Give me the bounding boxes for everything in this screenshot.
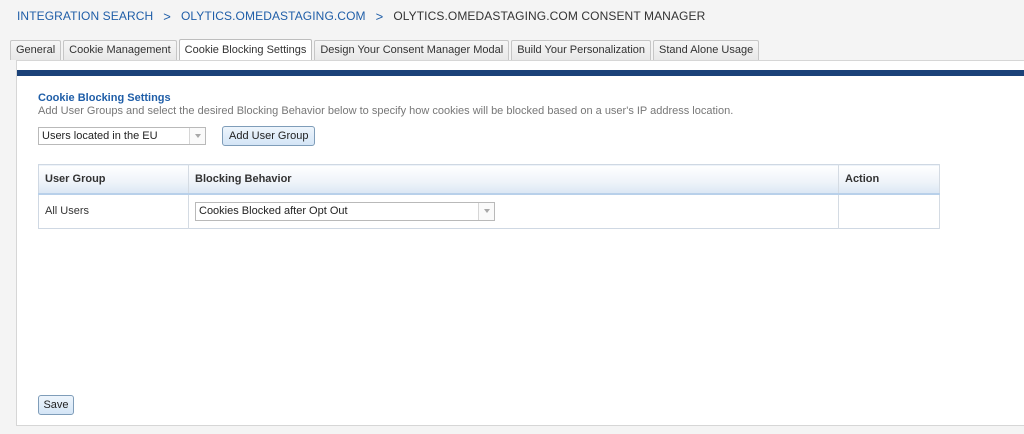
tab-general[interactable]: General (10, 40, 62, 60)
user-group-select[interactable]: Users located in the EU (38, 127, 206, 145)
chevron-down-icon[interactable] (478, 202, 494, 220)
tab-panel: Cookie Blocking Settings Add User Groups… (16, 60, 1024, 426)
breadcrumb: INTEGRATION SEARCH > OLYTICS.OMEDASTAGIN… (17, 8, 705, 24)
section-title: Cookie Blocking Settings (38, 92, 171, 104)
breadcrumb-separator: > (163, 8, 171, 24)
section-description: Add User Groups and select the desired B… (38, 105, 734, 117)
table-row: All Users Cookies Blocked after Opt Out (38, 193, 940, 228)
breadcrumb-integration-search[interactable]: INTEGRATION SEARCH (17, 9, 153, 23)
tab-stand-alone-usage[interactable]: Stand Alone Usage (653, 40, 760, 60)
add-user-group-button[interactable]: Add User Group (222, 126, 316, 146)
save-button[interactable]: Save (38, 395, 74, 415)
chevron-down-icon[interactable] (189, 128, 205, 144)
accent-bar (17, 70, 1024, 76)
cell-action (838, 193, 940, 228)
tab-design-consent-modal[interactable]: Design Your Consent Manager Modal (314, 40, 510, 60)
column-header-user-group: User Group (38, 164, 189, 195)
user-group-select-value: Users located in the EU (42, 130, 158, 142)
tab-cookie-blocking-settings[interactable]: Cookie Blocking Settings (178, 39, 313, 60)
cell-blocking-behavior: Cookies Blocked after Opt Out (188, 193, 839, 228)
tab-bar: General Cookie Management Cookie Blockin… (10, 39, 761, 60)
cell-user-group: All Users (38, 193, 189, 228)
table-header-row: User Group Blocking Behavior Action (38, 164, 940, 195)
breadcrumb-current: OLYTICS.OMEDASTAGING.COM CONSENT MANAGER (393, 9, 706, 23)
breadcrumb-separator: > (375, 8, 384, 24)
breadcrumb-domain[interactable]: OLYTICS.OMEDASTAGING.COM (181, 9, 366, 23)
blocking-behavior-select-value: Cookies Blocked after Opt Out (199, 205, 348, 217)
blocking-behavior-select[interactable]: Cookies Blocked after Opt Out (195, 201, 495, 221)
tab-build-personalization[interactable]: Build Your Personalization (511, 40, 651, 60)
column-header-blocking-behavior: Blocking Behavior (188, 164, 839, 195)
column-header-action: Action (838, 164, 940, 195)
tab-cookie-management[interactable]: Cookie Management (63, 40, 177, 60)
blocking-table: User Group Blocking Behavior Action All … (38, 164, 940, 229)
